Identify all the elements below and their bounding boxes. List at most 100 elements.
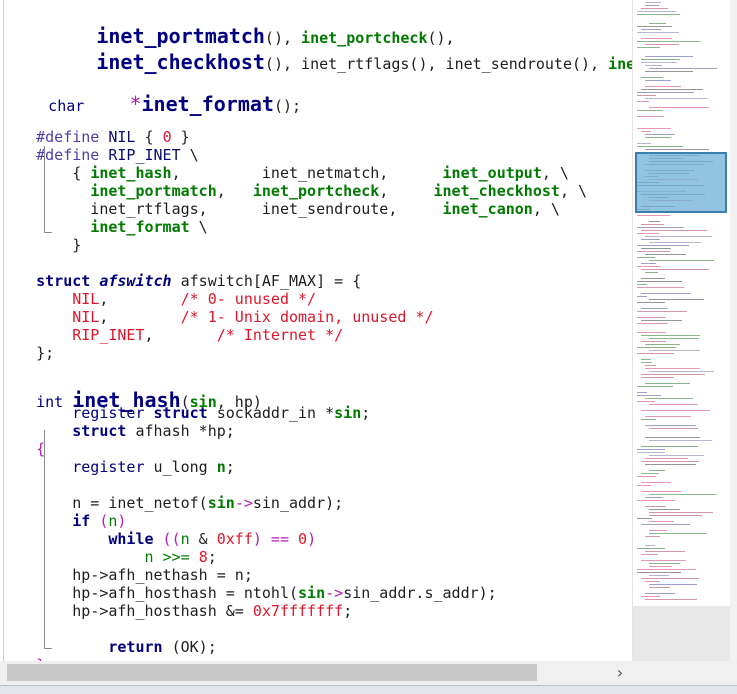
minimap-code-stroke [645,368,700,369]
statement: sin_addr.s_addr); [343,584,497,602]
minimap-code-stroke [637,386,673,387]
minimap-code-stroke [645,86,681,87]
minimap-code-stroke [637,32,679,33]
minimap-code-stroke [637,353,674,354]
minimap-code-stroke [637,233,659,234]
minimap-code-stroke [649,587,670,588]
minimap-code-stroke [649,515,702,516]
minimap-code-stroke [637,101,649,102]
minimap-code-stroke [649,521,674,522]
code-line-4: #define NIL { 0 } [0,110,190,146]
scroll-right-arrow-icon[interactable]: › [612,665,628,681]
horizontal-scrollbar[interactable]: › [0,661,632,685]
minimap-code-stroke [649,575,669,576]
minimap-code-stroke [641,491,681,492]
minimap-code-stroke [637,11,676,12]
minimap-code-stroke [649,428,698,429]
minimap-code-stroke [641,341,666,342]
minimap-code-stroke [649,440,712,441]
minimap-code-stroke [645,2,661,3]
minimap-code-stroke [641,596,660,597]
minimap-code-stroke [637,95,656,96]
code-line-6: { inet_hash, inet_netmatch, inet_output,… [0,146,569,182]
minimap-code-stroke [645,545,655,546]
backslash: \ [189,218,208,236]
minimap-code-stroke [641,359,651,360]
minimap-code-stroke [637,518,652,519]
horizontal-scrollbar-thumb[interactable] [7,664,537,681]
minimap-code-stroke [637,395,661,396]
minimap-code-stroke [641,59,680,60]
code-line-22: if (n) [0,494,126,530]
minimap-code-stroke [649,350,700,351]
minimap-code-stroke [641,248,671,249]
minimap-code-stroke [645,506,666,507]
minimap-code-stroke [649,563,680,564]
minimap-code-stroke [641,419,656,420]
minimap-code-stroke [649,221,660,222]
minimap-code-stroke [645,464,696,465]
minimap-code-stroke [645,80,671,81]
minimap-code-stroke [641,77,663,78]
minimap-code-stroke [641,554,658,555]
fold-marker [44,430,52,649]
minimap-code-stroke [649,260,714,261]
minimap-code-stroke [649,371,714,372]
minimap-code-stroke [641,8,668,9]
minimap-viewport[interactable] [635,152,727,213]
minimap-code-stroke [645,5,659,6]
minimap-code-stroke [637,392,647,393]
code-editor[interactable]: inet_portmatch(), inet_portcheck(), inet… [0,0,632,661]
minimap-code-stroke [649,566,672,567]
number: 0 [298,530,308,548]
fn-inet-canon: inet_canc [608,55,632,73]
minimap[interactable] [632,0,731,661]
minimap-code-stroke [637,347,676,348]
minimap-code-stroke [637,302,665,303]
code-line-9: inet_format \ [0,200,207,236]
minimap-code-stroke [645,65,662,66]
code-line-12: NIL, /* 0- unused */ [0,272,316,308]
minimap-code-stroke [645,137,671,138]
code-line-17: register struct sockaddr_in *sin; [0,386,370,422]
minimap-code-stroke [641,239,660,240]
code-line-11: struct afswitch afswitch[AF_MAX] = { [0,254,361,290]
minimap-code-stroke [649,242,701,243]
minimap-code-stroke [637,281,682,282]
punct: ; [361,404,371,422]
decl: u_long [144,458,217,476]
vertical-scrollbar[interactable] [730,0,737,661]
minimap-code-stroke [641,335,700,336]
minimap-code-stroke [649,404,698,405]
minimap-code-stroke [645,71,693,72]
minimap-code-stroke [649,23,666,24]
minimap-code-stroke [641,461,699,462]
minimap-code-stroke [645,536,660,537]
code-line-28: return (OK); [0,620,216,656]
minimap-code-stroke [637,569,696,570]
arrow-op: -> [234,494,253,512]
minimap-code-stroke [649,494,716,495]
minimap-code-stroke [649,338,699,339]
minimap-code-stroke [649,512,713,513]
minimap-code-stroke [637,500,675,501]
minimap-code-stroke [645,458,688,459]
punct: ; [225,458,235,476]
keyword-register: register [72,458,145,476]
minimap-code-stroke [645,254,686,255]
decl: afhash *hp; [126,422,235,440]
minimap-code-stroke [645,437,700,438]
code-line-1: inet_portmatch(), inet_portcheck(), [0,0,454,48]
minimap-code-stroke [637,110,663,111]
minimap-empty-area [633,606,731,661]
punct: ; [343,602,353,620]
minimap-code-stroke [645,344,680,345]
fold-marker [44,146,52,233]
minimap-code-stroke [637,257,655,258]
code-line-10: } [0,218,81,254]
brace: } [36,236,82,254]
minimap-code-stroke [637,287,684,288]
minimap-code-stroke [637,572,681,573]
code-line-24: n >>= 8; [0,530,216,566]
